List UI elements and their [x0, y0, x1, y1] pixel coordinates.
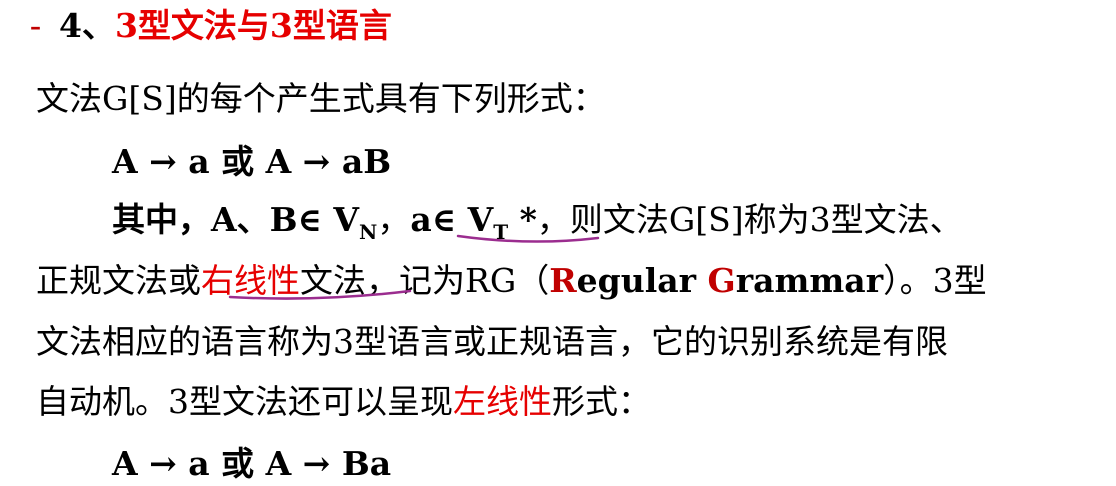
- production-forms-right-text: A → a 或 A → aB: [112, 142, 392, 181]
- definition-part-e: ，则文法G[S]称为3型文法、: [536, 200, 963, 239]
- definition-line-3: 文法相应的语言称为3型语言或正规语言，它的识别系统是有限: [36, 320, 948, 364]
- section-heading: –4、3型文法与3型语言: [30, 4, 392, 49]
- definition-part-b: ，: [377, 200, 411, 239]
- definition-part-d: *: [508, 200, 537, 239]
- production-forms-left-text: A → a 或 A → Ba: [112, 444, 392, 483]
- definition-line-1: 其中，A、B∈ VN，a∈ VT *，则文法G[S]称为3型文法、: [112, 198, 963, 242]
- line5-part-a: 正规文法或: [36, 261, 201, 300]
- grammar-initial: G: [707, 261, 736, 300]
- right-linear-term: 右线性: [201, 261, 300, 300]
- definition-part-a: 其中，A、B∈ V: [112, 200, 360, 239]
- intro-text: 文法G[S]的每个产生式具有下列形式：: [36, 79, 606, 118]
- intro-line: 文法G[S]的每个产生式具有下列形式：: [36, 77, 606, 121]
- grammar-rest: rammar: [735, 261, 884, 300]
- bullet-dash: –: [30, 14, 41, 40]
- slide: –4、3型文法与3型语言 文法G[S]的每个产生式具有下列形式： A → a 或…: [0, 0, 1116, 486]
- definition-part-c: a∈ V: [410, 200, 494, 239]
- definition-line-2: 正规文法或右线性文法，记为RG（Regular Grammar）。3型: [36, 259, 987, 303]
- line7-part-b: 形式：: [552, 382, 651, 421]
- production-forms-right: A → a 或 A → aB: [112, 140, 391, 184]
- line7-part-a: 自动机。3型文法还可以呈现: [36, 382, 453, 421]
- subscript-n: N: [359, 220, 378, 244]
- line6-text: 文法相应的语言称为3型语言或正规语言，它的识别系统是有限: [36, 322, 948, 361]
- regular-initial: R: [549, 261, 577, 300]
- definition-line-4: 自动机。3型文法还可以呈现左线性形式：: [36, 380, 651, 424]
- line5-part-c: ）。3型: [883, 261, 987, 300]
- line5-part-b: 文法，记为RG（: [300, 261, 550, 300]
- heading-number: 4、: [59, 6, 115, 45]
- left-linear-term: 左线性: [453, 382, 552, 421]
- subscript-t: T: [493, 220, 509, 244]
- production-forms-left: A → a 或 A → Ba: [112, 442, 391, 486]
- heading-title: 3型文法与3型语言: [114, 6, 392, 45]
- regular-rest: egular: [576, 261, 708, 300]
